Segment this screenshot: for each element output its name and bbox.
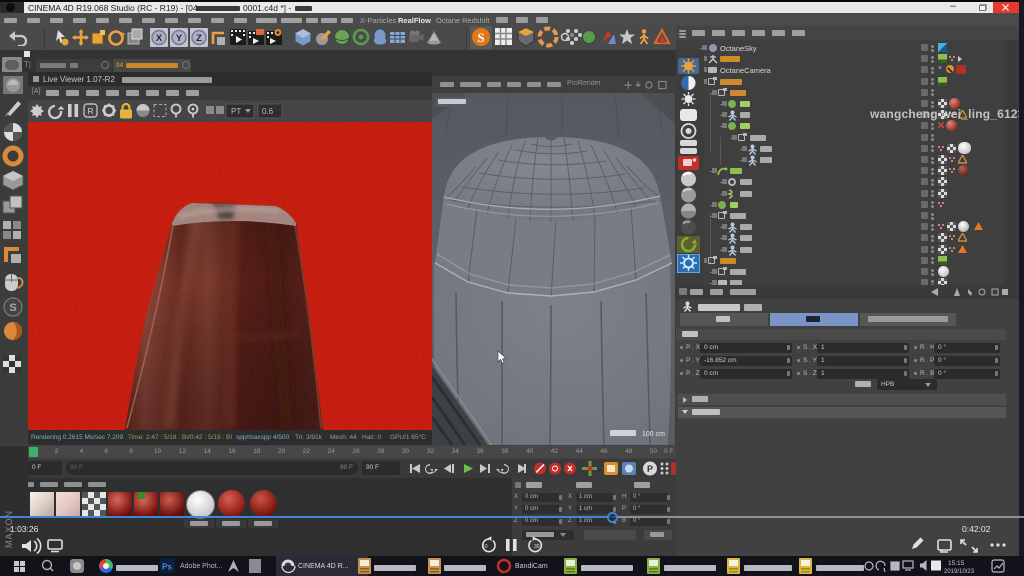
- svg-text:Y: Y: [176, 33, 183, 44]
- svg-text:10: 10: [482, 544, 488, 550]
- svg-text:S: S: [9, 302, 16, 314]
- svg-text:P: P: [647, 464, 653, 474]
- svg-text:30: 30: [534, 544, 540, 550]
- svg-text:S: S: [477, 30, 484, 45]
- svg-text:Ps: Ps: [162, 562, 172, 572]
- svg-text:R: R: [87, 106, 93, 116]
- svg-text:0.6: 0.6: [262, 107, 274, 116]
- svg-text:2019/10/23: 2019/10/23: [944, 569, 975, 575]
- svg-text:15:15: 15:15: [948, 560, 965, 567]
- svg-text:Z: Z: [196, 33, 202, 44]
- svg-text:100 cm: 100 cm: [642, 431, 665, 438]
- svg-text:PT: PT: [231, 107, 241, 116]
- svg-text:X: X: [156, 33, 163, 44]
